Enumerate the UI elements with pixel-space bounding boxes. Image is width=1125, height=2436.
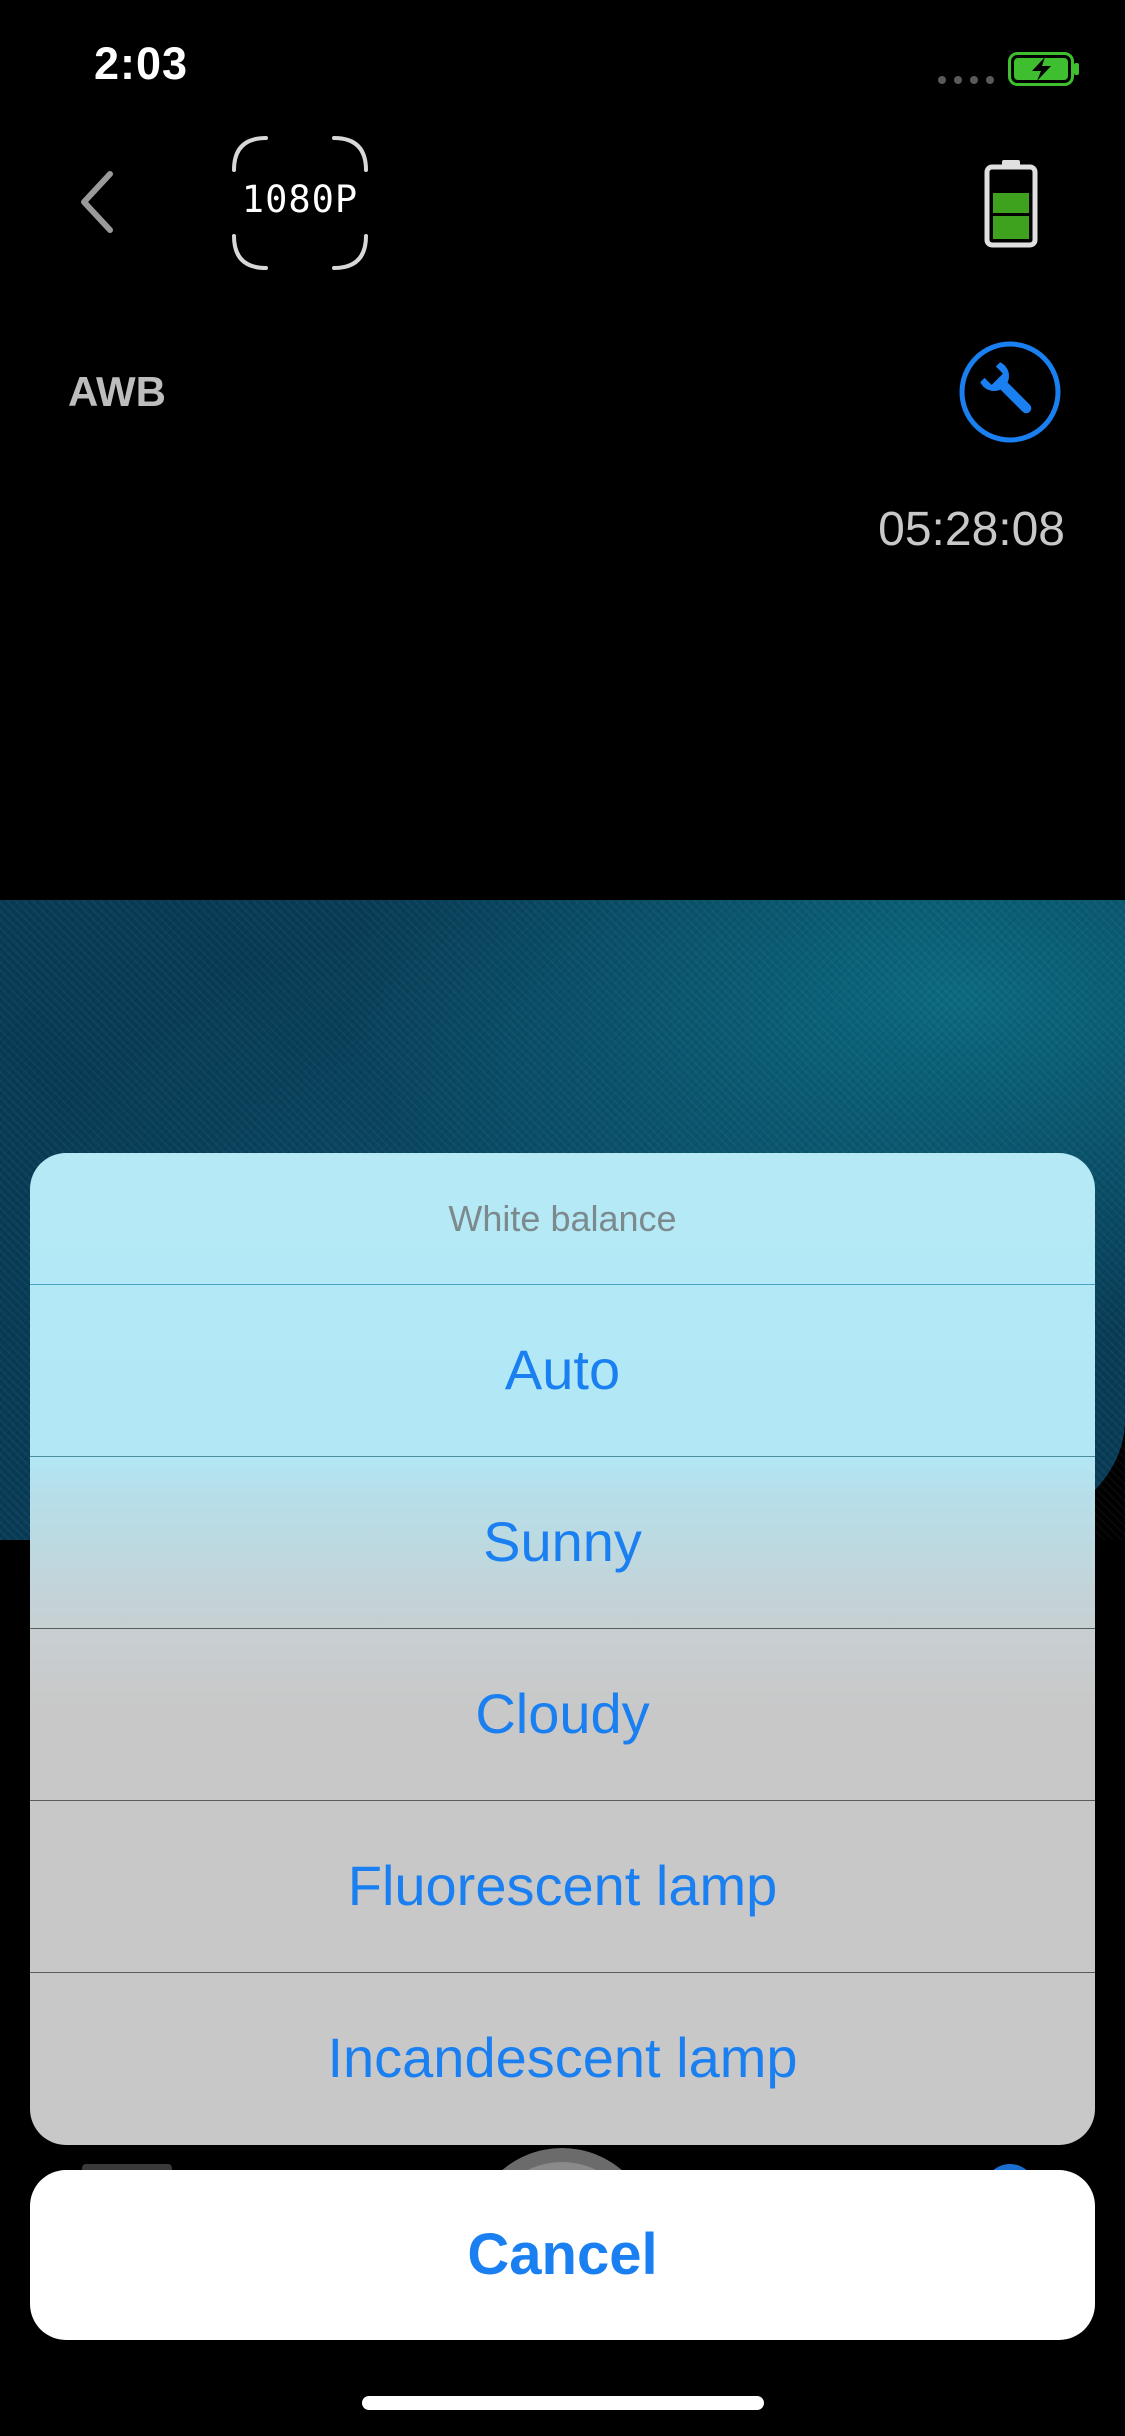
option-incandescent-lamp[interactable]: Incandescent lamp <box>30 1973 1095 2145</box>
signal-icon <box>938 76 994 84</box>
battery-charging-icon <box>1008 52 1079 86</box>
option-sunny[interactable]: Sunny <box>30 1457 1095 1629</box>
wrench-icon[interactable] <box>958 340 1062 444</box>
camera-screen: 2:03 1080P AWB 05:28:08 White balance Au… <box>0 0 1125 2436</box>
option-fluorescent-lamp[interactable]: Fluorescent lamp <box>30 1801 1095 1973</box>
cancel-button[interactable]: Cancel <box>30 2170 1095 2340</box>
resolution-button[interactable]: 1080P <box>230 178 370 221</box>
back-button[interactable] <box>68 164 128 240</box>
status-time: 2:03 <box>94 38 189 89</box>
white-balance-action-sheet: White balance Auto Sunny Cloudy Fluoresc… <box>30 1153 1095 2145</box>
action-sheet-title: White balance <box>30 1153 1095 1285</box>
option-auto[interactable]: Auto <box>30 1285 1095 1457</box>
white-balance-indicator[interactable]: AWB <box>68 368 166 416</box>
option-cloudy[interactable]: Cloudy <box>30 1629 1095 1801</box>
battery-icon <box>984 160 1038 248</box>
recording-timer: 05:28:08 <box>878 503 1065 556</box>
home-indicator[interactable] <box>362 2396 764 2410</box>
